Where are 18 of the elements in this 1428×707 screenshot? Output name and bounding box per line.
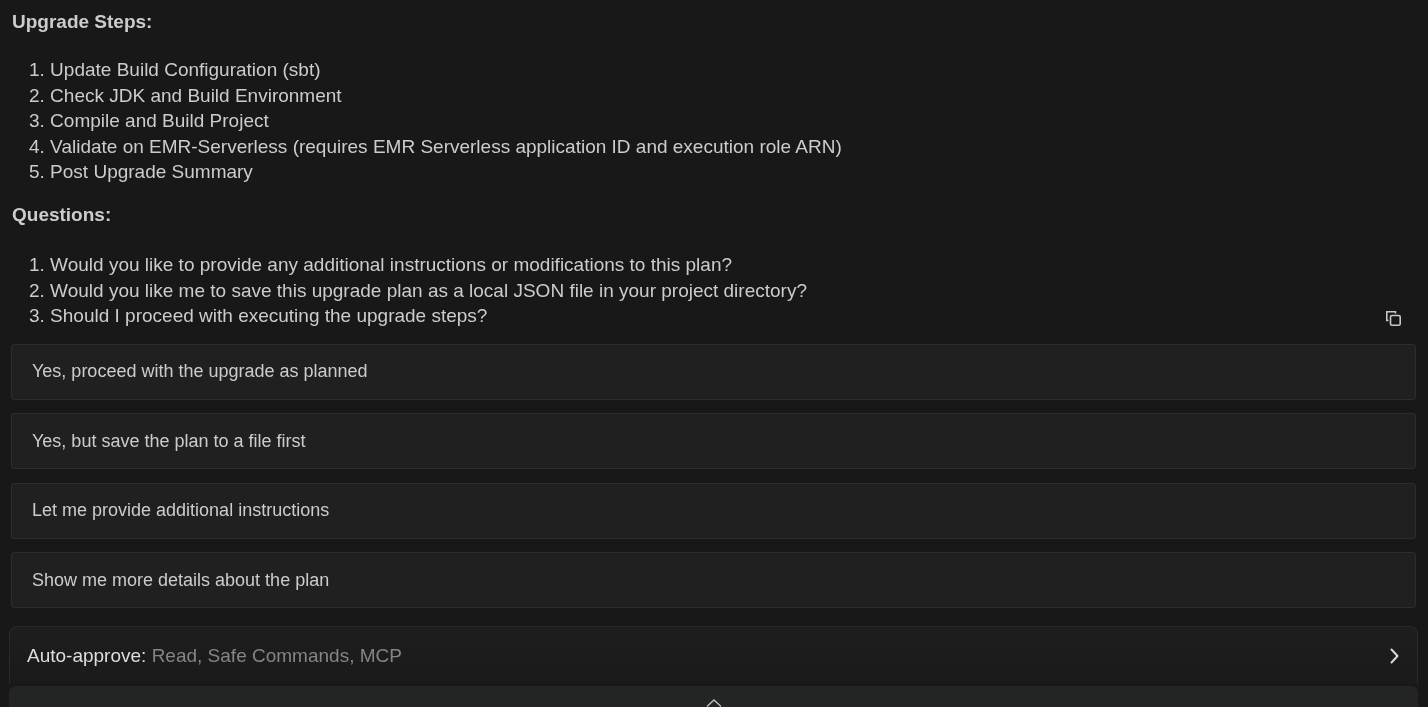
list-item: 1. Would you like to provide any additional instructions or modifications to this plan? bbox=[28, 252, 734, 277]
chevron-right-icon bbox=[1390, 647, 1399, 664]
list-item: 5. Post Upgrade Summary bbox=[28, 160, 254, 185]
list-item: 2. Check JDK and Build Environment bbox=[28, 83, 343, 108]
auto-approve-bar[interactable]: Auto-approve: Read, Safe Commands, MCP bbox=[9, 626, 1418, 685]
list-item: 2. Would you like me to save this upgrade plan as a local JSON file in your project directory? bbox=[28, 278, 808, 303]
list-item: 4. Validate on EMR-Serverless (requires EMR Serverless application ID and execution role ARN) bbox=[28, 134, 843, 159]
option-button[interactable]: Let me provide additional instructions bbox=[11, 482, 1416, 539]
list-item: 3. Compile and Build Project bbox=[28, 109, 270, 134]
option-button[interactable]: Yes, proceed with the upgrade as planned bbox=[11, 343, 1416, 400]
copy-icon[interactable] bbox=[1385, 309, 1402, 327]
list-item: 3. Should I proceed with executing the upgrade steps? bbox=[28, 304, 489, 329]
section-heading: Questions: bbox=[12, 202, 113, 227]
list-item: 1. Update Build Configuration (sbt) bbox=[28, 58, 322, 82]
section-heading: Upgrade Steps: bbox=[12, 10, 154, 34]
option-button[interactable]: Show me more details about the plan bbox=[11, 552, 1416, 609]
chevron-up-icon[interactable] bbox=[705, 699, 722, 707]
option-button[interactable]: Yes, but save the plan to a file first bbox=[11, 413, 1416, 470]
